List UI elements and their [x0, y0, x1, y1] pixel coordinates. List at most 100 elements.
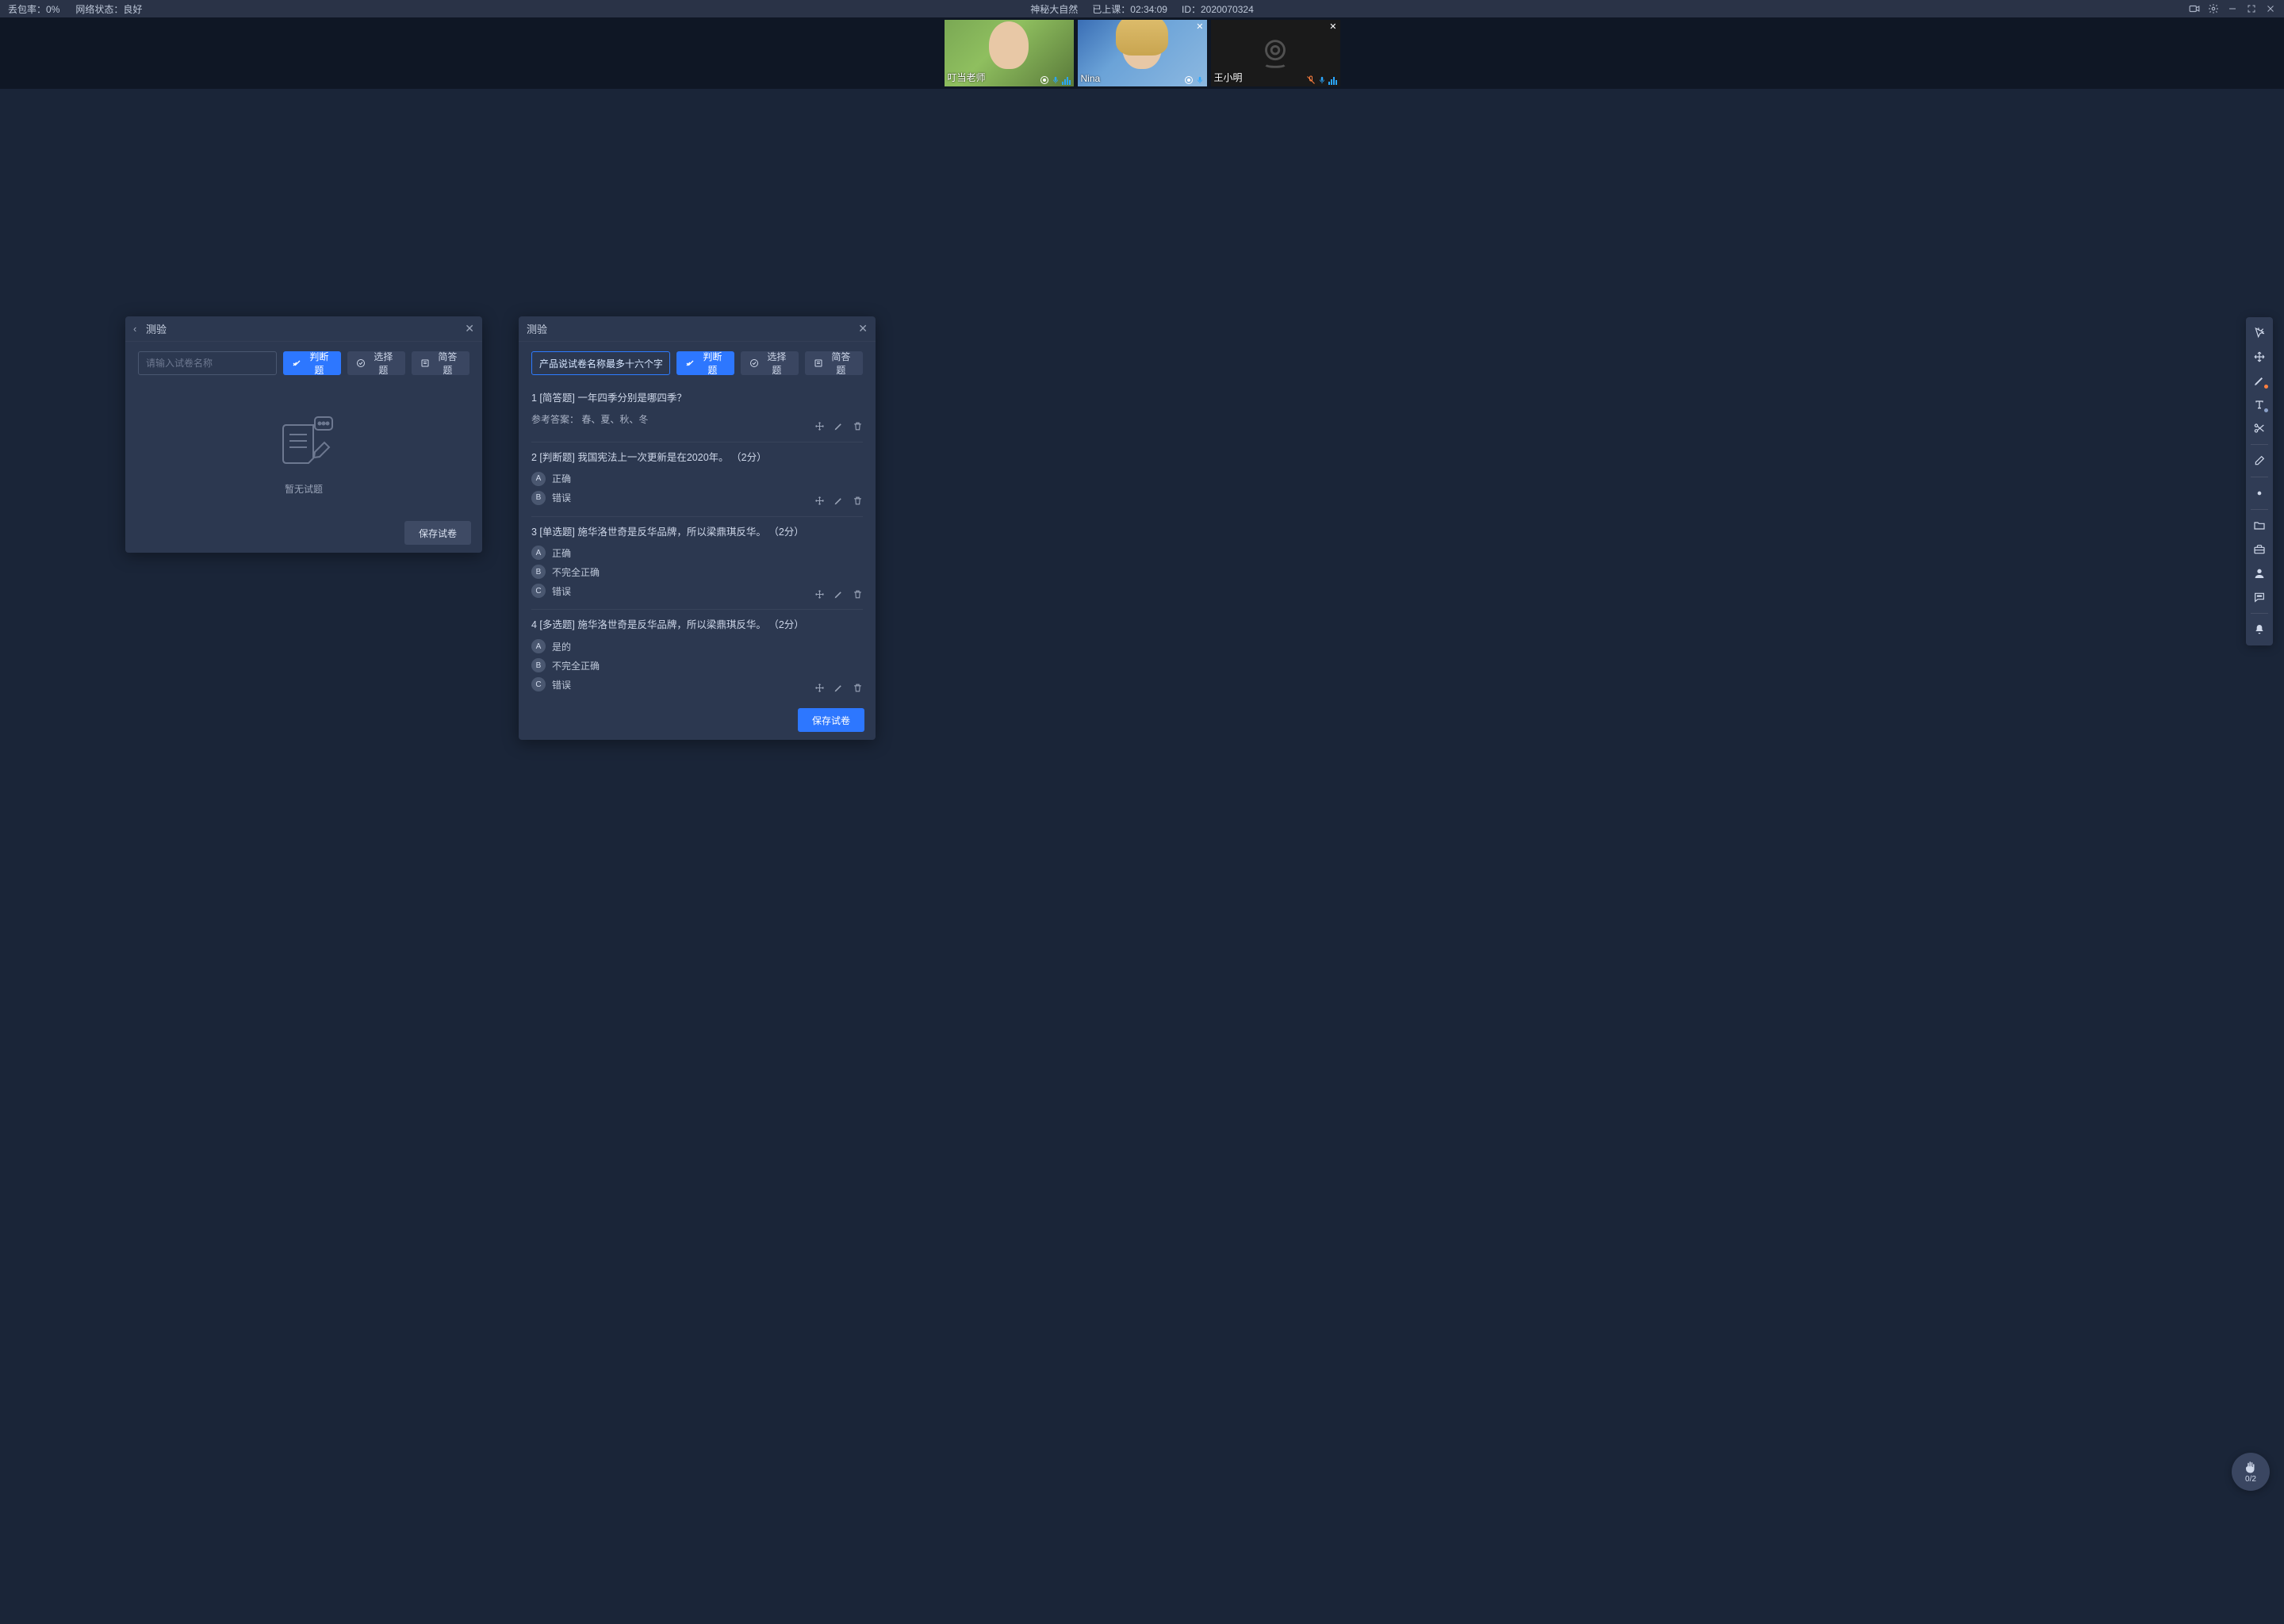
question-type-short-button[interactable]: 简答题 — [412, 351, 469, 375]
person-tool-icon[interactable] — [2248, 562, 2271, 584]
question-type-short-button[interactable]: 简答题 — [805, 351, 863, 375]
course-name: 神秘大自然 — [1030, 2, 1078, 16]
quiz-panel-filled: 测验 ✕ 判断题 选择题 简答题 1 [简答题] 一年四季分别是哪四季？参考答案… — [519, 316, 876, 740]
question-item: 1 [简答题] 一年四季分别是哪四季？参考答案： 春、夏、秋、冬 — [531, 383, 863, 442]
raise-hand-count: 0/2 — [2245, 1475, 2256, 1484]
option-text: 不完全正确 — [552, 565, 600, 579]
remove-participant-icon[interactable]: ✕ — [1196, 21, 1203, 32]
question-option[interactable]: A 正确 — [531, 546, 863, 560]
question-type-choice-button[interactable]: 选择题 — [741, 351, 799, 375]
question-title: 3 [单选题] 施华洛世奇是反华品牌，所以梁鼎琪反华。 （2分） — [531, 525, 863, 540]
toolbox-tool-icon[interactable] — [2248, 538, 2271, 561]
pen-tool-icon[interactable] — [2248, 370, 2271, 392]
question-option[interactable]: A是的 — [531, 639, 863, 653]
question-type-choice-button[interactable]: 选择题 — [347, 351, 405, 375]
participant-tile[interactable]: ✕ Nina — [1078, 20, 1207, 86]
option-text: 正确 — [552, 546, 571, 560]
option-text: 错误 — [552, 678, 571, 691]
camera-toggle-icon[interactable] — [2189, 3, 2200, 14]
volume-bars-icon — [1328, 75, 1337, 85]
save-quiz-button[interactable]: 保存试卷 — [798, 708, 864, 732]
question-option[interactable]: A 正确 — [531, 472, 863, 486]
participant-tile[interactable]: ✕ 王小明 — [1211, 20, 1340, 86]
delete-question-icon[interactable] — [852, 588, 863, 599]
question-item: 3 [单选题] 施华洛世奇是反华品牌，所以梁鼎琪反华。 （2分） A 正确 B不完全正… — [531, 517, 863, 611]
save-quiz-button[interactable]: 保存试卷 — [404, 521, 471, 545]
edit-question-icon[interactable] — [833, 421, 844, 432]
mic-muted-icon — [1306, 75, 1316, 85]
quiz-panel-empty: ‹ 测验 ✕ 判断题 选择题 简答题 暂无试题 — [125, 316, 482, 553]
panel-title: 测验 — [146, 321, 167, 336]
option-letter: A — [531, 472, 546, 486]
top-status-bar: 丢包率：0% 网络状态：良好 神秘大自然 已上课：02:34:09 ID：202… — [0, 0, 2284, 17]
empty-state-text: 暂无试题 — [285, 482, 323, 496]
question-type-tf-button[interactable]: 判断题 — [283, 351, 341, 375]
bell-tool-icon[interactable] — [2248, 619, 2271, 641]
delete-question-icon[interactable] — [852, 421, 863, 432]
question-item: 4 [多选题] 施华洛世奇是反华品牌，所以梁鼎琪反华。 （2分） A是的 B 不完全正… — [531, 610, 863, 700]
camera-indicator-icon — [1040, 75, 1049, 85]
close-panel-icon[interactable]: ✕ — [858, 322, 868, 335]
folder-tool-icon[interactable] — [2248, 515, 2271, 537]
cursor-tool-icon[interactable] — [2248, 322, 2271, 344]
participants-row: 叮当老师 ✕ Nina ✕ 王小明 — [0, 17, 2284, 89]
option-text: 错误 — [552, 584, 571, 598]
question-option[interactable]: B不完全正确 — [531, 565, 863, 579]
scissors-tool-icon[interactable] — [2248, 417, 2271, 439]
mic-icon — [1318, 75, 1326, 85]
remove-participant-icon[interactable]: ✕ — [1329, 21, 1336, 32]
eraser-tool-icon[interactable] — [2248, 450, 2271, 472]
option-letter: C — [531, 584, 546, 598]
delete-question-icon[interactable] — [852, 496, 863, 507]
laser-tool-icon[interactable] — [2248, 482, 2271, 504]
question-title: 1 [简答题] 一年四季分别是哪四季？ — [531, 391, 863, 406]
mic-icon — [1196, 75, 1204, 85]
edit-question-icon[interactable] — [833, 682, 844, 693]
move-tool-icon[interactable] — [2248, 346, 2271, 368]
question-type-tf-button[interactable]: 判断题 — [676, 351, 734, 375]
chat-tool-icon[interactable] — [2248, 586, 2271, 608]
empty-state: 暂无试题 — [138, 383, 469, 513]
option-text: 错误 — [552, 491, 571, 504]
elapsed-time: 已上课：02:34:09 — [1092, 2, 1167, 16]
question-title: 4 [多选题] 施华洛世奇是反华品牌，所以梁鼎琪反华。 （2分） — [531, 618, 863, 633]
camera-indicator-icon — [1184, 75, 1194, 85]
participant-tile[interactable]: 叮当老师 — [945, 20, 1074, 86]
raise-hand-button[interactable]: 0/2 — [2232, 1453, 2270, 1491]
fullscreen-icon[interactable] — [2246, 3, 2257, 14]
hand-icon — [2244, 1460, 2258, 1474]
text-tool-icon[interactable] — [2248, 393, 2271, 416]
move-question-icon[interactable] — [814, 588, 825, 599]
participant-name: Nina — [1081, 73, 1101, 84]
settings-icon[interactable] — [2208, 3, 2219, 14]
panel-title: 测验 — [527, 321, 547, 336]
edit-question-icon[interactable] — [833, 588, 844, 599]
question-option[interactable]: B 不完全正确 — [531, 658, 863, 672]
minimize-icon[interactable] — [2227, 3, 2238, 14]
option-text: 是的 — [552, 640, 571, 653]
option-letter: B — [531, 658, 546, 672]
option-letter: A — [531, 546, 546, 560]
option-letter: C — [531, 677, 546, 691]
quiz-name-input[interactable] — [138, 351, 277, 375]
whiteboard-toolbar — [2246, 317, 2273, 645]
move-question-icon[interactable] — [814, 682, 825, 693]
close-panel-icon[interactable]: ✕ — [465, 322, 474, 335]
option-text: 正确 — [552, 472, 571, 485]
camera-off-icon — [1257, 35, 1293, 71]
participant-name: 王小明 — [1214, 71, 1243, 84]
option-text: 不完全正确 — [552, 659, 600, 672]
packet-loss: 丢包率：0% — [8, 2, 59, 16]
close-window-icon[interactable] — [2265, 3, 2276, 14]
network-status: 网络状态：良好 — [75, 2, 142, 16]
move-question-icon[interactable] — [814, 421, 825, 432]
session-id: ID：2020070324 — [1182, 2, 1254, 16]
volume-bars-icon — [1062, 75, 1071, 85]
delete-question-icon[interactable] — [852, 682, 863, 693]
quiz-name-input[interactable] — [531, 351, 670, 375]
question-item: 2 [判断题] 我国宪法上一次更新是在2020年。 （2分）A正确B错误 — [531, 442, 863, 517]
back-icon[interactable]: ‹ — [133, 323, 146, 335]
move-question-icon[interactable] — [814, 496, 825, 507]
edit-question-icon[interactable] — [833, 496, 844, 507]
question-title: 2 [判断题] 我国宪法上一次更新是在2020年。 （2分） — [531, 450, 863, 465]
